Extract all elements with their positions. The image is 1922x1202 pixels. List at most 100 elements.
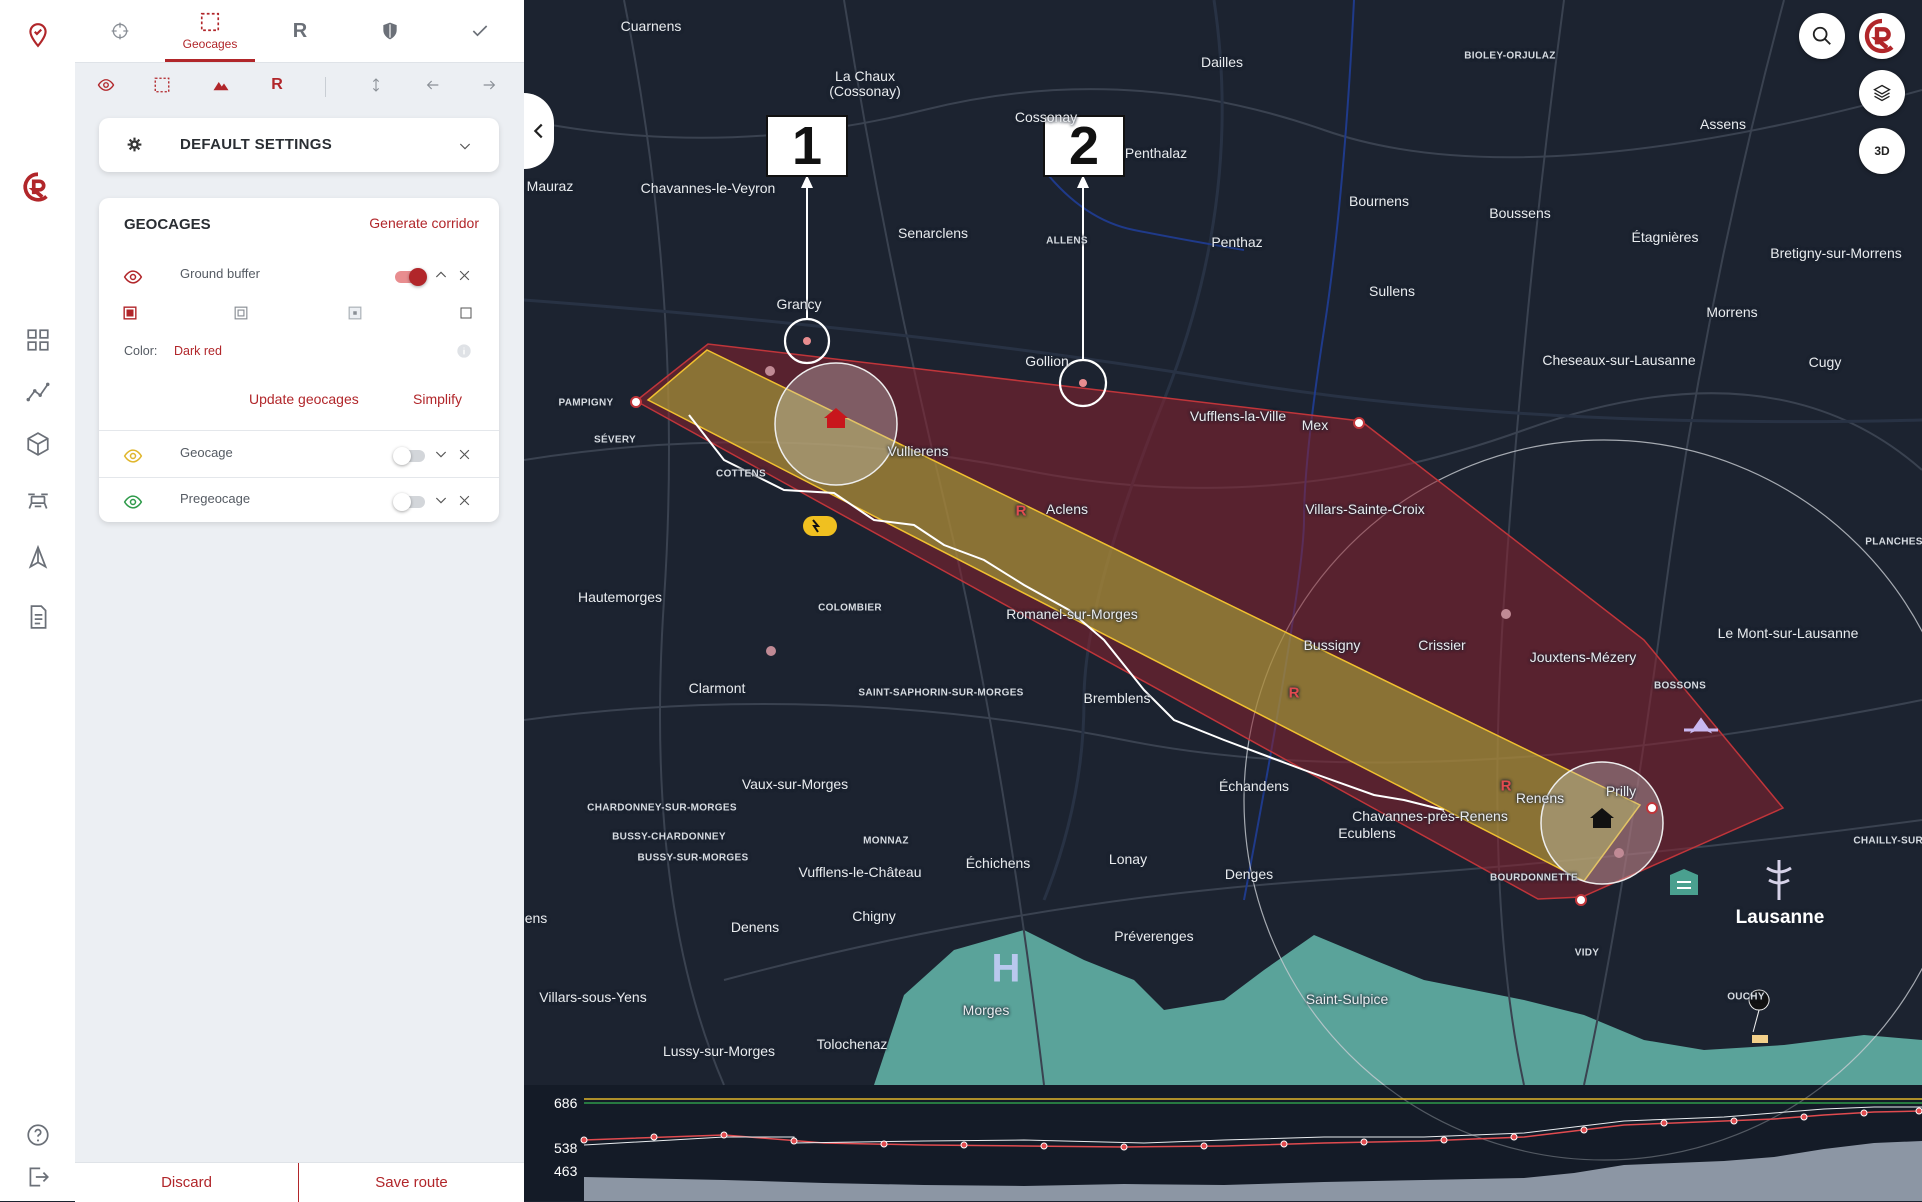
tab-geocages[interactable]: Geocages xyxy=(165,0,255,62)
route-tool[interactable]: R xyxy=(262,71,292,99)
geocage-toggle[interactable] xyxy=(393,447,425,465)
place-label: Préverenges xyxy=(1114,928,1194,944)
vertical-arrows-tool[interactable] xyxy=(361,71,391,99)
arrow-left-icon xyxy=(426,80,439,90)
route-marker[interactable]: R xyxy=(1289,685,1300,702)
place-label: COTTENS xyxy=(716,468,766,480)
place-label: Chavannes-près-Renens xyxy=(1352,808,1508,824)
place-label: Ecublens xyxy=(1338,825,1396,841)
map-view[interactable]: R R R H 1 2 Cuarnens La Chaux (Cossonay)… xyxy=(524,0,1922,1201)
route-tool-label: R xyxy=(271,76,283,93)
place-label: Denges xyxy=(1224,866,1274,882)
place-label: Renens xyxy=(1515,790,1565,806)
side-panel: Geocages R R DEFAULT SETTINGS GEOCAGES G… xyxy=(75,0,525,1202)
document-icon[interactable] xyxy=(17,596,59,638)
place-label: Lausanne xyxy=(1735,907,1825,928)
place-label: Tolochenaz xyxy=(816,1036,888,1052)
ground-buffer-label: Ground buffer xyxy=(180,266,260,281)
route-path-icon[interactable] xyxy=(17,371,59,413)
geocages-title: GEOCAGES xyxy=(124,216,211,233)
place-label: Vullierens xyxy=(887,443,949,459)
place-label: Sullens xyxy=(1369,283,1415,299)
default-settings-card[interactable]: DEFAULT SETTINGS xyxy=(99,118,499,172)
fill-style-outline-icon[interactable] xyxy=(234,306,248,320)
chevron-down-icon[interactable] xyxy=(433,492,449,508)
select-area-tool[interactable] xyxy=(147,71,177,99)
place-label: BOSSONS xyxy=(1653,680,1707,692)
brand-logo-icon xyxy=(17,166,59,208)
color-value-select[interactable]: Dark red xyxy=(174,344,222,358)
place-label: MONNAZ xyxy=(863,835,909,847)
place-label: CHARDONNEY-SUR-MORGES xyxy=(587,802,737,814)
view-3d-button[interactable]: 3D xyxy=(1859,128,1905,174)
ground-buffer-toggle[interactable] xyxy=(395,268,427,286)
info-icon[interactable] xyxy=(456,343,472,359)
dashboard-grid-icon[interactable] xyxy=(17,319,59,361)
close-icon[interactable] xyxy=(457,268,472,283)
chevron-down-icon[interactable] xyxy=(433,446,449,462)
fill-style-empty-icon[interactable] xyxy=(460,307,472,319)
place-label: Bournens xyxy=(1349,193,1409,209)
generate-corridor-link[interactable]: Generate corridor xyxy=(369,215,479,231)
layers-button[interactable] xyxy=(1859,70,1905,116)
tab-check[interactable] xyxy=(435,0,525,62)
profile-logo-button[interactable] xyxy=(1859,13,1905,59)
cube-icon[interactable] xyxy=(17,423,59,465)
eye-icon[interactable] xyxy=(123,492,143,512)
elevation-profile[interactable]: 686 538 463 xyxy=(524,1085,1922,1201)
pregeocage-toggle[interactable] xyxy=(393,493,425,511)
heliport-marker[interactable]: H xyxy=(992,947,1021,992)
place-label: Assens xyxy=(1700,116,1746,132)
place-label: Chavannes-le-Veyron xyxy=(640,180,776,196)
map-pin-check-icon[interactable] xyxy=(17,14,59,56)
discard-button[interactable]: Discard xyxy=(75,1163,298,1202)
eye-icon[interactable] xyxy=(123,446,143,466)
terrain-tool[interactable] xyxy=(206,71,236,99)
tab-route[interactable]: R xyxy=(255,0,345,62)
undo-tool[interactable] xyxy=(418,71,448,99)
close-icon[interactable] xyxy=(457,493,472,508)
redo-tool[interactable] xyxy=(474,71,504,99)
visibility-tool[interactable] xyxy=(91,71,121,99)
eye-icon[interactable] xyxy=(123,267,143,287)
geocages-card: GEOCAGES Generate corridor Ground buffer… xyxy=(99,198,499,522)
place-label: PLANCHES xyxy=(1865,536,1922,548)
update-geocages-link[interactable]: Update geocages xyxy=(249,391,359,407)
place-label: Le Mont-sur-Lausanne xyxy=(1717,625,1859,641)
place-label: SÉVERY xyxy=(593,434,637,446)
place-label: Dailles xyxy=(1200,54,1244,70)
default-settings-title: DEFAULT SETTINGS xyxy=(180,136,333,153)
toolbar-divider xyxy=(325,77,326,97)
navigation-triangle-icon[interactable] xyxy=(17,536,59,578)
tab-shield[interactable] xyxy=(345,0,435,62)
place-label: Hautemorges xyxy=(577,589,663,605)
save-route-button[interactable]: Save route xyxy=(299,1163,524,1202)
geocages-icon xyxy=(200,12,220,32)
place-label: Étagnières xyxy=(1631,229,1699,245)
place-label: Boussens xyxy=(1489,205,1551,221)
search-button[interactable] xyxy=(1799,13,1845,59)
tab-crosshair[interactable] xyxy=(75,0,165,62)
place-label: Échichens xyxy=(965,855,1031,871)
route-marker[interactable]: R xyxy=(1501,778,1512,795)
place-label: Saint-Sulpice xyxy=(1305,991,1389,1007)
fill-style-solid-icon[interactable] xyxy=(123,306,137,320)
chevron-up-icon[interactable] xyxy=(433,267,449,283)
close-icon[interactable] xyxy=(457,447,472,462)
chevron-down-icon[interactable] xyxy=(457,138,473,154)
crosshair-icon xyxy=(111,22,129,40)
place-label: Romanel-sur-Morges xyxy=(1006,606,1138,622)
place-label: La Chaux xyxy=(835,68,895,84)
help-icon[interactable] xyxy=(17,1114,59,1156)
route-marker[interactable]: R xyxy=(1016,503,1027,520)
drone-icon[interactable] xyxy=(17,481,59,523)
fill-style-dot-icon[interactable] xyxy=(348,306,362,320)
elevation-profile-chart xyxy=(524,1085,1922,1201)
place-label: Cheseaux-sur-Lausanne xyxy=(1542,352,1696,368)
brand-logo-icon xyxy=(1864,18,1894,54)
place-label: Senarclens xyxy=(897,225,969,241)
logout-icon[interactable] xyxy=(17,1156,59,1198)
place-label: Bretigny-sur-Morrens xyxy=(1770,245,1902,261)
simplify-link[interactable]: Simplify xyxy=(413,391,462,407)
place-label: Crissier xyxy=(1418,637,1466,653)
